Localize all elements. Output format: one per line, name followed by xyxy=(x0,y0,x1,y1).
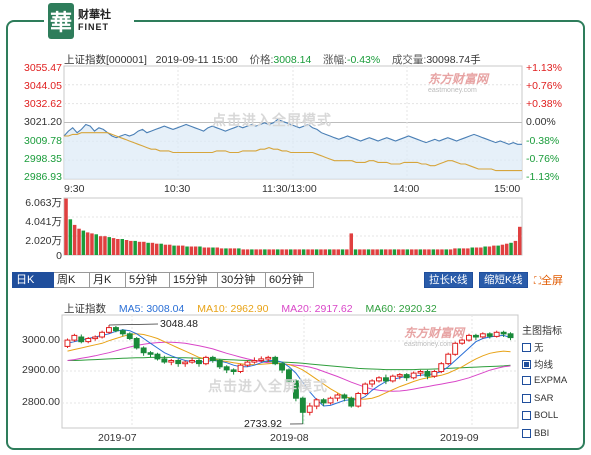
candle-up xyxy=(369,380,376,385)
candle-up xyxy=(168,360,175,363)
low-annotation: 2733.92 xyxy=(244,418,282,430)
high-annotation: 3048.48 xyxy=(160,318,198,330)
candle-down xyxy=(113,327,119,332)
indicator-boll[interactable]: BOLL xyxy=(522,410,558,421)
candle-up xyxy=(64,339,71,347)
candle-down xyxy=(348,397,355,407)
candle-down xyxy=(126,333,133,339)
candle-up xyxy=(251,360,258,363)
candle-up xyxy=(327,397,334,404)
candle-down xyxy=(383,377,389,382)
candle-down xyxy=(424,371,431,377)
candle-up xyxy=(466,334,472,341)
watermark-logo: 东方财富网 eastmoney.com xyxy=(404,324,464,348)
candle-up xyxy=(438,363,445,373)
candle-down xyxy=(140,347,147,354)
candle-down xyxy=(119,330,126,335)
candle-up xyxy=(203,356,209,365)
candle-up xyxy=(431,371,438,377)
indicator-label: 无 xyxy=(534,343,544,354)
indicator-label: BBI xyxy=(534,428,550,439)
candle-up xyxy=(244,361,251,366)
checkbox-icon xyxy=(522,342,531,352)
indicator-label: 均线 xyxy=(534,360,554,371)
candle-down xyxy=(78,336,85,343)
candle-up xyxy=(99,331,105,338)
candle-down xyxy=(175,360,182,365)
candle-down xyxy=(223,366,230,371)
candle-down xyxy=(341,394,348,399)
candle-up xyxy=(334,394,341,399)
candle-up xyxy=(389,375,396,382)
candle-up xyxy=(362,383,369,395)
candle-down xyxy=(230,369,237,372)
candle-up xyxy=(493,331,500,337)
checkbox-icon xyxy=(522,429,531,438)
candle-down xyxy=(507,333,514,339)
high-pointer xyxy=(108,323,159,326)
candle-up xyxy=(258,358,265,361)
candle-down xyxy=(299,397,306,413)
indicator-expma[interactable]: EXPMA xyxy=(522,375,567,386)
candle-up xyxy=(313,399,320,407)
candle-down xyxy=(161,358,168,363)
candle-up xyxy=(396,374,403,377)
candle-down xyxy=(500,331,507,335)
checkbox-icon xyxy=(522,394,531,403)
candle-up xyxy=(237,364,244,373)
candle-up xyxy=(85,338,92,343)
candle-down xyxy=(320,399,327,404)
candle-up xyxy=(182,361,189,365)
candle-down xyxy=(486,333,493,337)
watermark-text: 点击进入全屏模式 xyxy=(208,378,328,394)
candle-up xyxy=(417,371,424,374)
candle-down xyxy=(133,338,140,349)
checkbox-icon xyxy=(522,411,531,420)
candle-down xyxy=(279,363,286,371)
candle-down xyxy=(216,360,223,368)
candle-down xyxy=(272,356,279,365)
watermark-logo-sub: eastmoney.com xyxy=(404,341,453,348)
candle-up xyxy=(71,334,78,341)
checkbox-icon xyxy=(522,376,531,385)
candle-up xyxy=(445,353,452,365)
candle-up xyxy=(410,372,417,379)
indicator-label: SAR xyxy=(534,393,554,404)
candle-down xyxy=(209,356,216,361)
candle-up xyxy=(265,356,272,360)
candle-up xyxy=(92,336,99,340)
indicator-bbi[interactable]: BBI xyxy=(522,428,549,439)
candle-down xyxy=(403,374,410,379)
candle-up xyxy=(189,360,196,363)
indicator-sar[interactable]: SAR xyxy=(522,393,554,404)
candle-up xyxy=(376,377,382,382)
candle-down xyxy=(196,360,202,365)
indicator-ma[interactable]: 均线 xyxy=(522,357,553,371)
indicator-title: 主图指标 xyxy=(522,326,562,337)
candle-up xyxy=(355,393,362,407)
checkbox-checked-icon xyxy=(522,359,531,369)
candle-down xyxy=(154,353,161,360)
indicator-label: EXPMA xyxy=(534,375,568,386)
indicator-none[interactable]: 无 xyxy=(522,340,544,354)
candle-up xyxy=(306,405,313,413)
indicator-label: BOLL xyxy=(534,410,559,421)
watermark-logo-text: 东方财富网 xyxy=(404,326,465,340)
candle-up xyxy=(479,333,486,338)
candle-down xyxy=(473,334,479,338)
candle-up xyxy=(106,327,112,333)
candle-down xyxy=(147,352,154,355)
